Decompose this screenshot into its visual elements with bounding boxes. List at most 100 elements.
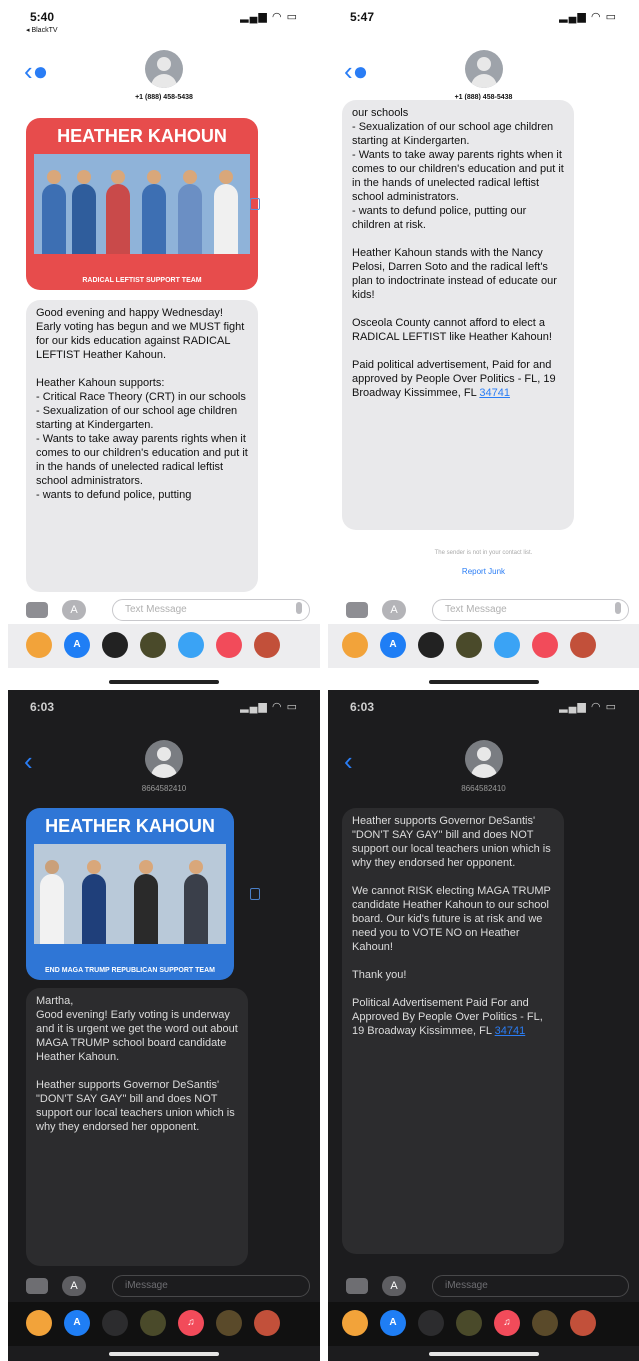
- app-drawer: A ♫: [8, 1302, 320, 1346]
- message-input[interactable]: Text Message: [112, 599, 310, 621]
- signal-wifi-battery-icon: ▂▄▆ ◠ ▭: [240, 701, 298, 713]
- sticker-app-icon[interactable]: [570, 1310, 596, 1336]
- unknown-sender-note: The sender is not in your contact list.: [434, 550, 533, 556]
- contact-number[interactable]: 8664582410: [328, 784, 639, 793]
- ad-image-card[interactable]: HEATHER KAHOUN END MAGA TRUMP REPUBLICAN…: [26, 808, 234, 980]
- card-title: HEATHER KAHOUN: [45, 816, 215, 836]
- memoji-app-icon[interactable]: [456, 632, 482, 658]
- phone-screen-3: 6:03 ▂▄▆ ◠ ▭ ‹ 8664582410 HEATHER KAHOUN…: [8, 690, 320, 1361]
- message-input[interactable]: iMessage: [432, 1275, 629, 1297]
- zip-link[interactable]: 34741: [495, 1025, 526, 1037]
- home-indicator[interactable]: [428, 1352, 539, 1356]
- card-footer: RADICAL LEFTIST SUPPORT TEAM: [82, 277, 202, 284]
- digital-touch-app-icon[interactable]: [494, 632, 520, 658]
- message-bubble: Heather supports Governor DeSantis' "DON…: [342, 808, 564, 1254]
- message-text: our schools - Sexualization of our schoo…: [352, 107, 564, 399]
- app-store-icon[interactable]: A: [382, 1276, 406, 1296]
- home-indicator[interactable]: [428, 680, 539, 684]
- report-junk-link[interactable]: Report Junk: [328, 567, 639, 576]
- apple-cash-app-icon[interactable]: [102, 632, 128, 658]
- screenshot-grid: 5:40 ◂ BlackTV ▂▄▆ ◠ ▭ ‹● +1 (888) 458-5…: [0, 0, 639, 1361]
- sticker-app-icon[interactable]: [254, 1310, 280, 1336]
- contact-avatar[interactable]: [145, 50, 183, 88]
- status-bar: 6:03 ▂▄▆ ◠ ▭: [328, 700, 639, 724]
- back-chevron-icon[interactable]: ‹●: [344, 58, 368, 84]
- card-photo: [34, 844, 226, 944]
- search-images-app-icon[interactable]: [216, 632, 242, 658]
- sticker-app-icon[interactable]: [254, 632, 280, 658]
- search-images-app-icon[interactable]: [532, 632, 558, 658]
- message-text: Heather supports Governor DeSantis' "DON…: [352, 815, 551, 1037]
- camera-icon[interactable]: [26, 602, 48, 618]
- back-chevron-icon[interactable]: ‹: [344, 748, 353, 774]
- ad-image-card[interactable]: HEATHER KAHOUN RADICAL LEFTIST SUPPORT T…: [26, 118, 258, 290]
- status-bar: 5:47 ▂▄▆ ◠ ▭: [328, 10, 639, 34]
- apple-cash-app-icon[interactable]: [418, 632, 444, 658]
- memoji-stickers-app-icon[interactable]: [532, 1310, 558, 1336]
- contact-avatar[interactable]: [464, 50, 503, 88]
- status-bar: 6:03 ▂▄▆ ◠ ▭: [8, 700, 320, 724]
- zip-link[interactable]: 34741: [479, 387, 510, 399]
- home-indicator[interactable]: [109, 1352, 219, 1356]
- sticker-app-icon[interactable]: [570, 632, 596, 658]
- music-app-icon[interactable]: ♫: [178, 1310, 204, 1336]
- app-store-icon[interactable]: A: [382, 600, 406, 620]
- app-store-icon[interactable]: A: [62, 1276, 86, 1296]
- message-input[interactable]: iMessage: [112, 1275, 310, 1297]
- status-time: 6:03: [350, 700, 375, 714]
- card-photo: [34, 154, 250, 254]
- microphone-icon[interactable]: [615, 602, 621, 614]
- photos-app-icon[interactable]: [26, 1310, 52, 1336]
- photos-app-icon[interactable]: [342, 632, 368, 658]
- phone-screen-1: 5:40 ◂ BlackTV ▂▄▆ ◠ ▭ ‹● +1 (888) 458-5…: [8, 0, 320, 690]
- signal-wifi-battery-icon: ▂▄▆ ◠ ▭: [559, 11, 617, 23]
- compose-bar: A Text Message: [328, 596, 639, 626]
- compose-bar: A iMessage: [328, 1272, 639, 1302]
- back-chevron-icon[interactable]: ‹●: [24, 58, 48, 84]
- message-input[interactable]: Text Message: [432, 599, 629, 621]
- status-time: 6:03: [30, 700, 55, 714]
- card-footer: END MAGA TRUMP REPUBLICAN SUPPORT TEAM: [45, 967, 215, 974]
- camera-icon[interactable]: [26, 1278, 48, 1294]
- compose-bar: A Text Message: [8, 596, 320, 626]
- photos-app-icon[interactable]: [342, 1310, 368, 1336]
- app-store-app-icon[interactable]: A: [64, 632, 90, 658]
- app-store-app-icon[interactable]: A: [380, 1310, 406, 1336]
- signal-wifi-battery-icon: ▂▄▆ ◠ ▭: [559, 701, 617, 713]
- camera-icon[interactable]: [346, 602, 368, 618]
- card-title: HEATHER KAHOUN: [57, 126, 227, 146]
- memoji-app-icon[interactable]: [140, 632, 166, 658]
- app-drawer: A: [328, 624, 639, 668]
- share-icon[interactable]: [250, 198, 260, 210]
- contact-avatar[interactable]: [145, 740, 183, 778]
- photos-app-icon[interactable]: [26, 632, 52, 658]
- back-to-app-link[interactable]: ◂ BlackTV: [26, 26, 58, 34]
- music-app-icon[interactable]: ♫: [494, 1310, 520, 1336]
- app-drawer: A: [8, 624, 320, 668]
- status-time: 5:40: [30, 10, 55, 24]
- memoji-app-icon[interactable]: [140, 1310, 166, 1336]
- app-store-app-icon[interactable]: A: [380, 632, 406, 658]
- digital-touch-app-icon[interactable]: [178, 632, 204, 658]
- app-store-app-icon[interactable]: A: [64, 1310, 90, 1336]
- app-store-icon[interactable]: A: [62, 600, 86, 620]
- app-drawer: A ♫: [328, 1302, 639, 1346]
- status-bar: 5:40 ◂ BlackTV ▂▄▆ ◠ ▭: [8, 10, 320, 34]
- contact-number[interactable]: 8664582410: [8, 784, 320, 793]
- share-icon[interactable]: [250, 888, 260, 900]
- apple-cash-app-icon[interactable]: [102, 1310, 128, 1336]
- contact-number[interactable]: +1 (888) 458-5438: [8, 94, 320, 101]
- status-time: 5:47: [350, 10, 375, 24]
- apple-cash-app-icon[interactable]: [418, 1310, 444, 1336]
- back-chevron-icon[interactable]: ‹: [24, 748, 33, 774]
- signal-wifi-battery-icon: ▂▄▆ ◠ ▭: [240, 11, 298, 23]
- microphone-icon[interactable]: [296, 602, 302, 614]
- camera-icon[interactable]: [346, 1278, 368, 1294]
- contact-avatar[interactable]: [464, 740, 503, 778]
- message-bubble: Good evening and happy Wednesday! Early …: [26, 300, 258, 592]
- phone-screen-2: 5:47 ▂▄▆ ◠ ▭ ‹● +1 (888) 458-5438 our sc…: [328, 0, 639, 690]
- home-indicator[interactable]: [109, 680, 219, 684]
- memoji-stickers-app-icon[interactable]: [216, 1310, 242, 1336]
- memoji-app-icon[interactable]: [456, 1310, 482, 1336]
- message-bubble: our schools - Sexualization of our schoo…: [342, 100, 574, 530]
